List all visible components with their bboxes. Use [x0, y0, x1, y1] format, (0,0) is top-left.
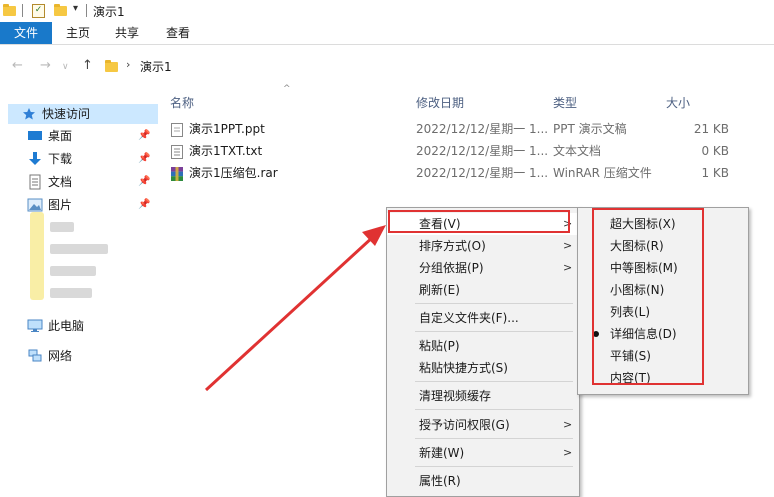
menu-item-grant-access[interactable]: 授予访问权限(G) > [387, 414, 579, 436]
menu-item-paste[interactable]: 粘贴(P) [387, 335, 579, 357]
menu-item-paste-shortcut[interactable]: 粘贴快捷方式(S) [387, 357, 579, 379]
chevron-right-icon: > [563, 446, 573, 459]
menu-item-label: 刷新(E) [419, 283, 460, 297]
menu-separator [415, 438, 573, 439]
menu-item-label: 粘贴(P) [419, 339, 460, 353]
menu-item-label: 属性(R) [419, 474, 461, 488]
menu-item-customize-folder[interactable]: 自定义文件夹(F)... [387, 307, 579, 329]
menu-item-new[interactable]: 新建(W) > [387, 442, 579, 464]
menu-item-label: 新建(W) [419, 446, 465, 460]
menu-separator [415, 409, 573, 410]
menu-item-clear-video-cache[interactable]: 清理视频缓存 [387, 385, 579, 407]
menu-item-label: 自定义文件夹(F)... [419, 311, 519, 325]
context-menu: 查看(V) > 排序方式(O) > 分组依据(P) > 刷新(E) 自定义文件夹… [386, 207, 580, 497]
chevron-right-icon: > [563, 261, 573, 274]
menu-item-sort-by[interactable]: 排序方式(O) > [387, 235, 579, 257]
menu-item-label: 粘贴快捷方式(S) [419, 361, 508, 375]
menu-item-label: 授予访问权限(G) [419, 418, 510, 432]
annotation-highlight-box [592, 208, 704, 385]
menu-separator [415, 331, 573, 332]
menu-item-group-by[interactable]: 分组依据(P) > [387, 257, 579, 279]
menu-item-properties[interactable]: 属性(R) [387, 470, 579, 492]
chevron-right-icon: > [563, 418, 573, 431]
menu-item-label: 排序方式(O) [419, 239, 486, 253]
annotation-highlight-box [388, 210, 570, 233]
menu-item-refresh[interactable]: 刷新(E) [387, 279, 579, 301]
menu-separator [415, 303, 573, 304]
menu-item-label: 清理视频缓存 [419, 389, 492, 403]
chevron-right-icon: > [563, 239, 573, 252]
menu-separator [415, 381, 573, 382]
menu-separator [415, 466, 573, 467]
menu-item-label: 分组依据(P) [419, 261, 484, 275]
